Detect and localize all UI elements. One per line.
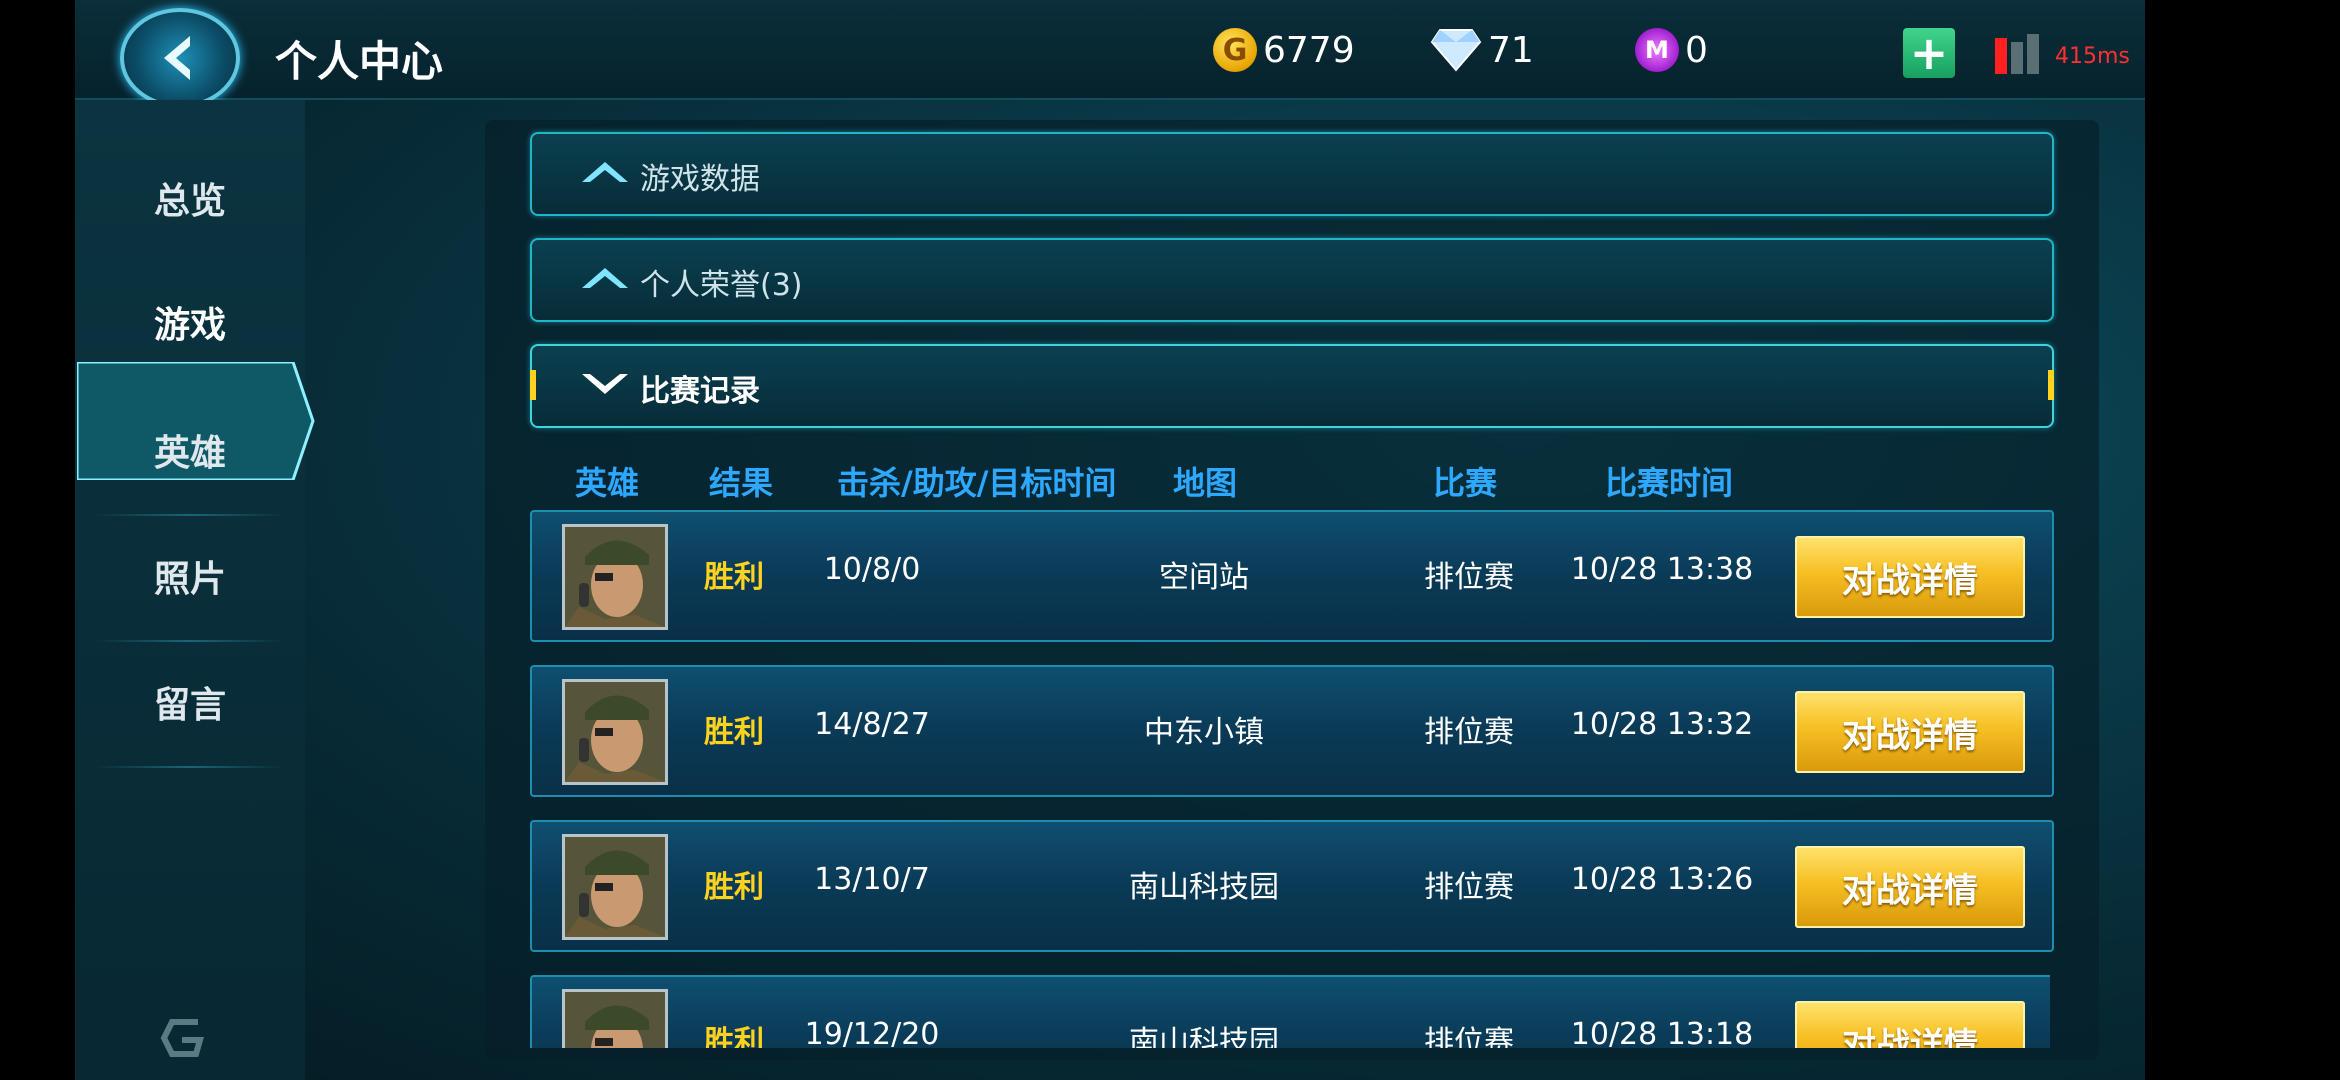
kda-value: 14/8/27 [814, 707, 930, 742]
ping-value: 415ms [2055, 44, 2130, 69]
soldier-portrait-icon [565, 992, 665, 1048]
diamond-value: 71 [1488, 29, 1534, 71]
diamond-counter: 71 [1430, 28, 1534, 72]
column-header-kda: 击杀/助攻/目标时间 [837, 464, 1117, 502]
back-arrow-icon [164, 36, 190, 80]
section-label: 比赛记录 [640, 374, 760, 409]
battle-details-button[interactable]: 对战详情 [1795, 1001, 2025, 1048]
gem-value: 0 [1685, 29, 1708, 71]
sidebar-item-game[interactable]: 游戏 [75, 260, 305, 384]
result-text: 胜利 [704, 1025, 764, 1048]
column-header-result: 结果 [709, 464, 774, 502]
screen: 个人中心 G 6779 71 M 0 + 415ms 总览 游戏 英雄 照片 留… [75, 0, 2145, 1080]
chevron-down-icon [582, 374, 628, 394]
kda-value: 10/8/0 [823, 552, 921, 587]
column-header-hero: 英雄 [575, 464, 640, 502]
section-label: 个人荣誉(3) [640, 268, 803, 303]
sidebar-item-photos[interactable]: 照片 [75, 514, 305, 638]
gold-value: 6779 [1263, 29, 1355, 71]
battle-details-button[interactable]: 对战详情 [1795, 691, 2025, 773]
hero-avatar[interactable] [562, 989, 668, 1048]
back-button[interactable] [120, 8, 240, 108]
chevron-up-icon [582, 162, 628, 182]
sidebar-item-label: 英雄 [153, 433, 226, 474]
sidebar-item-overview[interactable]: 总览 [75, 136, 305, 260]
time-value: 10/28 13:18 [1570, 1017, 1754, 1048]
sidebar: 总览 游戏 英雄 照片 留言 [75, 100, 315, 1080]
section-marker-left [530, 370, 536, 400]
sidebar-item-label: 游戏 [153, 305, 226, 346]
battle-details-button[interactable]: 对战详情 [1795, 536, 2025, 618]
mode-value: 排位赛 [1424, 560, 1514, 595]
hero-avatar[interactable] [562, 679, 668, 785]
result-text: 胜利 [704, 715, 764, 750]
soldier-portrait-icon [565, 837, 665, 937]
page-title: 个人中心 [275, 37, 444, 86]
column-header-time: 比赛时间 [1605, 464, 1734, 502]
time-value: 10/28 13:38 [1570, 552, 1754, 587]
map-value: 空间站 [1159, 560, 1249, 595]
map-value: 中东小镇 [1144, 715, 1264, 750]
result-text: 胜利 [704, 870, 764, 905]
map-value: 南山科技园 [1129, 1025, 1279, 1048]
gold-counter: G 6779 [1213, 28, 1355, 72]
kda-value: 19/12/20 [804, 1017, 940, 1048]
section-match-record[interactable]: 比赛记录 [530, 344, 2054, 428]
section-honor[interactable]: 个人荣誉(3) [530, 238, 2054, 322]
map-value: 南山科技园 [1129, 870, 1279, 905]
logo-icon [160, 1019, 204, 1057]
divider [95, 766, 285, 768]
match-row: 胜利 10/8/0 空间站 排位赛 10/28 13:38 对战详情 [530, 510, 2054, 642]
column-header-match: 比赛 [1433, 464, 1498, 502]
match-row: 胜利 19/12/20 南山科技园 排位赛 10/28 13:18 对战详情 [530, 975, 2050, 1048]
match-row-clip: 胜利 19/12/20 南山科技园 排位赛 10/28 13:18 对战详情 [530, 975, 2050, 1048]
battle-details-button[interactable]: 对战详情 [1795, 846, 2025, 928]
sidebar-item-label: 留言 [153, 685, 226, 726]
gem-counter: M 0 [1635, 28, 1708, 72]
gem-icon: M [1635, 28, 1679, 72]
sidebar-item-messages[interactable]: 留言 [75, 640, 305, 764]
top-bar: 个人中心 G 6779 71 M 0 + 415ms [75, 0, 2145, 108]
mode-value: 排位赛 [1424, 870, 1514, 905]
soldier-portrait-icon [565, 527, 665, 627]
section-label: 游戏数据 [640, 162, 760, 197]
time-value: 10/28 13:26 [1570, 862, 1754, 897]
match-row: 胜利 13/10/7 南山科技园 排位赛 10/28 13:26 对战详情 [530, 820, 2054, 952]
section-game-data[interactable]: 游戏数据 [530, 132, 2054, 216]
gold-coin-icon: G [1213, 28, 1257, 72]
hero-avatar[interactable] [562, 834, 668, 940]
sidebar-item-hero[interactable]: 英雄 [75, 388, 305, 512]
chevron-up-icon [582, 268, 628, 288]
sidebar-item-label: 照片 [153, 559, 226, 600]
add-currency-button[interactable]: + [1903, 26, 1955, 80]
section-marker-right [2048, 370, 2054, 400]
time-value: 10/28 13:32 [1570, 707, 1754, 742]
hero-avatar[interactable] [562, 524, 668, 630]
match-row: 胜利 14/8/27 中东小镇 排位赛 10/28 13:32 对战详情 [530, 665, 2054, 797]
mode-value: 排位赛 [1424, 1025, 1514, 1048]
diamond-icon [1430, 29, 1482, 72]
column-header-map: 地图 [1173, 464, 1238, 502]
sidebar-item-label: 总览 [153, 181, 226, 222]
kda-value: 13/10/7 [814, 862, 930, 897]
soldier-portrait-icon [565, 682, 665, 782]
result-text: 胜利 [704, 560, 764, 595]
mode-value: 排位赛 [1424, 715, 1514, 750]
